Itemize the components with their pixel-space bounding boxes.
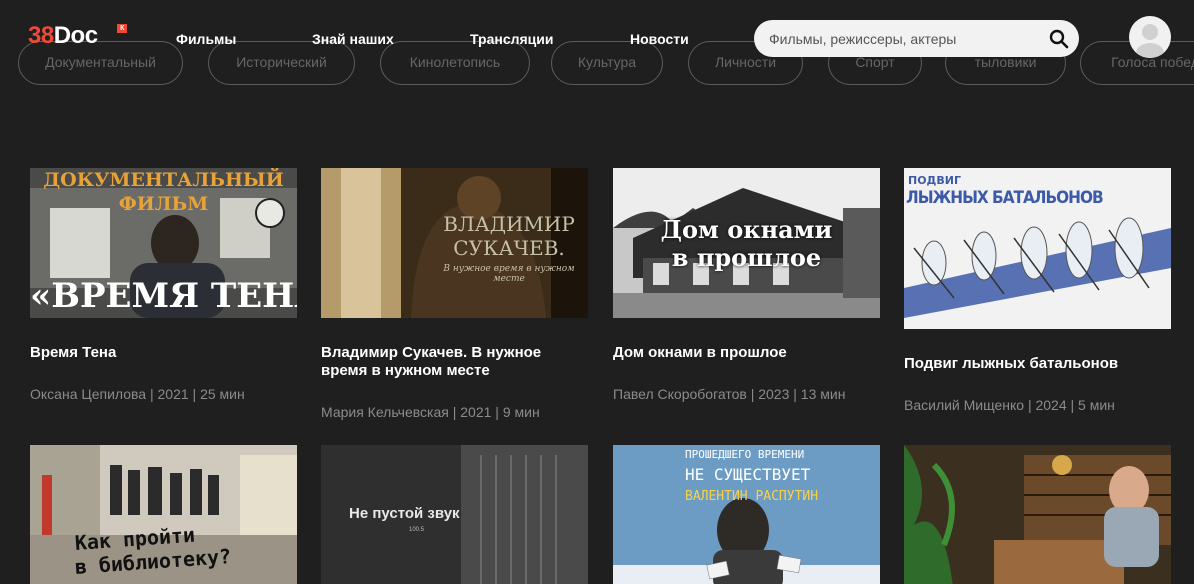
poster-line1: Не пустой звук [349, 505, 460, 522]
poster-line2: ЛЫЖНЫХ БАТАЛЬОНОВ [906, 188, 1104, 208]
film-thumbnail[interactable] [904, 445, 1171, 584]
logo-mark: К [117, 24, 127, 33]
poster-line2: в прошлое [671, 243, 822, 272]
film-meta: Василий Мищенко | 2024 | 5 мин [904, 397, 1115, 413]
film-card[interactable]: Не пустой звук 100.5 [321, 445, 588, 584]
page: 38Doc К Фильмы Знай наших Трансляции Нов… [0, 0, 1194, 584]
film-thumbnail[interactable]: ДОКУМЕНТАЛЬНЫЙ ФИЛЬМ «ВРЕМЯ ТЕНА» [30, 168, 297, 318]
film-card[interactable]: ДОКУМЕНТАЛЬНЫЙ ФИЛЬМ «ВРЕМЯ ТЕНА» Время … [30, 168, 297, 402]
film-poster-image [904, 445, 1171, 584]
nav-broadcasts[interactable]: Трансляции [470, 30, 553, 48]
film-thumbnail[interactable]: ПОДВИГ ЛЫЖНЫХ БАТАЛЬОНОВ [904, 168, 1171, 329]
poster-line1: ПРОШЕДШЕГО ВРЕМЕНИ [685, 448, 805, 461]
poster-name-line1: ВЛАДИМИР [443, 212, 575, 236]
film-card[interactable]: Как пройти в библиотеку? [30, 445, 297, 584]
nav-films[interactable]: Фильмы [176, 30, 236, 48]
film-meta: Мария Кельчевская | 2021 | 9 мин [321, 404, 540, 420]
logo[interactable]: 38Doc К [28, 22, 127, 50]
nav-news[interactable]: Новости [630, 30, 689, 48]
logo-text: Doc [53, 22, 98, 49]
film-thumbnail[interactable]: ПРОШЕДШЕГО ВРЕМЕНИ НЕ СУЩЕСТВУЕТ ВАЛЕНТИ… [613, 445, 880, 584]
nav-know-ours[interactable]: Знай наших [312, 30, 394, 48]
poster-name-line2: СУКАЧЕВ. [453, 236, 565, 260]
film-thumbnail[interactable]: Дом окнами в прошлое [613, 168, 880, 318]
film-meta: Оксана Цепилова | 2021 | 25 мин [30, 386, 245, 402]
search-icon[interactable] [1049, 29, 1069, 49]
poster-caption-bottom: «ВРЕМЯ ТЕНА» [30, 276, 297, 316]
film-card[interactable]: ПОДВИГ ЛЫЖНЫХ БАТАЛЬОНОВ Подвиг лыжных б… [904, 168, 1171, 413]
film-meta: Павел Скоробогатов | 2023 | 13 мин [613, 386, 846, 402]
film-card[interactable]: Дом окнами в прошлое Дом окнами в прошло… [613, 168, 880, 402]
poster-line1: ПОДВИГ [908, 174, 961, 187]
film-thumbnail[interactable]: Не пустой звук 100.5 [321, 445, 588, 584]
film-title[interactable]: Дом окнами в прошлое [613, 344, 880, 362]
film-thumbnail[interactable]: Как пройти в библиотеку? [30, 445, 297, 584]
poster-subtitle: 100.5 [409, 527, 425, 533]
poster-caption-top: ДОКУМЕНТАЛЬНЫЙ ФИЛЬМ [43, 169, 284, 215]
search-box [754, 20, 1079, 57]
poster-line3: ВАЛЕНТИН РАСПУТИН [685, 489, 819, 504]
film-title[interactable]: Владимир Сукачев. В нужное время в нужно… [321, 344, 588, 380]
poster-subtitle: В нужное время в нужном месте [443, 264, 575, 284]
logo-number: 38 [28, 22, 54, 49]
film-card[interactable]: ВЛАДИМИР СУКАЧЕВ. В нужное время в нужно… [321, 168, 588, 420]
film-card[interactable]: ПРОШЕДШЕГО ВРЕМЕНИ НЕ СУЩЕСТВУЕТ ВАЛЕНТИ… [613, 445, 880, 584]
film-title[interactable]: Подвиг лыжных батальонов [904, 355, 1171, 373]
film-card[interactable] [904, 445, 1171, 584]
search-input[interactable] [767, 20, 1037, 57]
poster-line2: НЕ СУЩЕСТВУЕТ [685, 465, 811, 484]
film-thumbnail[interactable]: ВЛАДИМИР СУКАЧЕВ. В нужное время в нужно… [321, 168, 588, 318]
poster-line1: Дом окнами [660, 215, 833, 244]
film-title[interactable]: Время Тена [30, 344, 297, 362]
avatar[interactable] [1129, 16, 1171, 58]
user-icon [1136, 24, 1164, 58]
